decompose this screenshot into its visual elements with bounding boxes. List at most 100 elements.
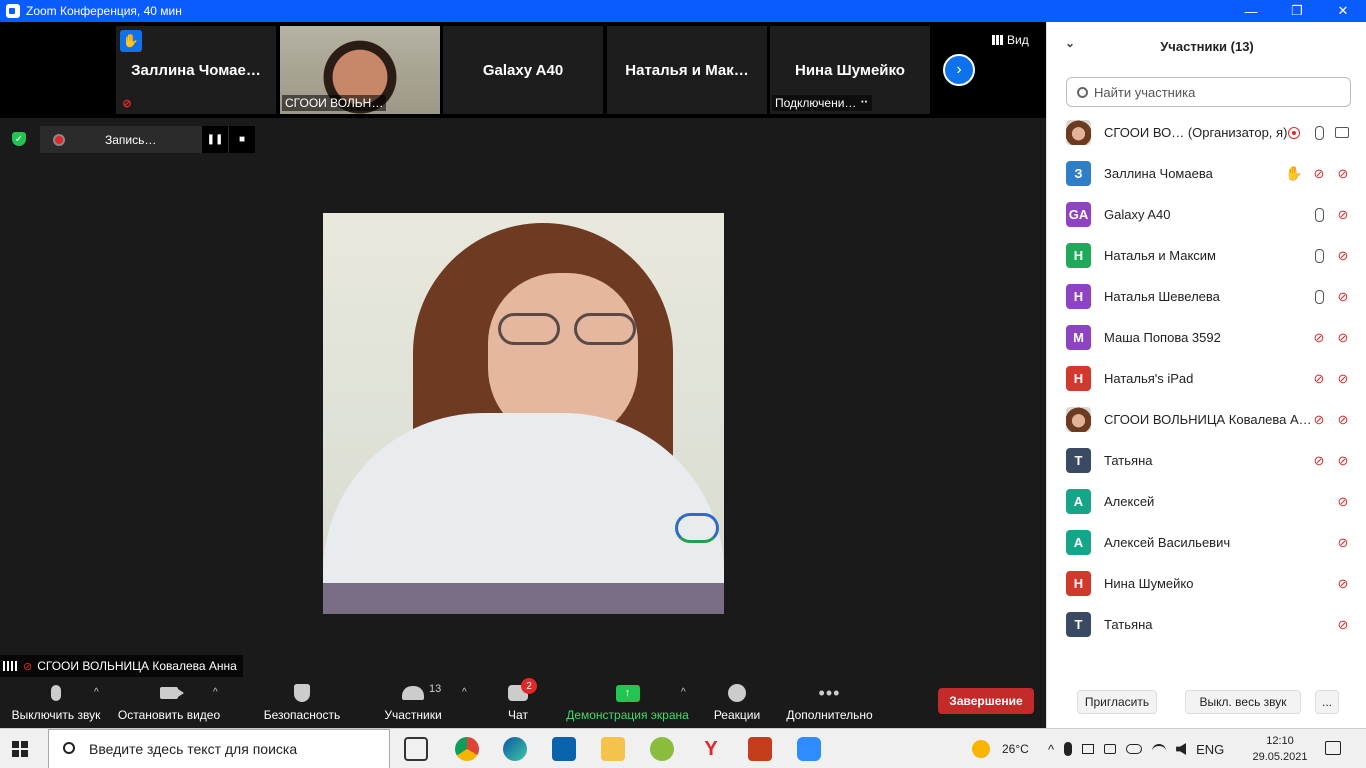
thumb-nina[interactable]: Нина Шумейко Подключени… ⠒ bbox=[770, 26, 930, 114]
stop-video-button[interactable]: Остановить видео bbox=[118, 677, 220, 728]
more-button[interactable]: ••• Дополнительно bbox=[785, 677, 874, 728]
paint-icon[interactable] bbox=[650, 737, 674, 761]
security-button[interactable]: Безопасность bbox=[263, 677, 341, 728]
speaker-name: СГООИ ВОЛЬНИЦА Ковалева Анна bbox=[37, 659, 237, 673]
yandex-icon[interactable]: Y bbox=[699, 737, 723, 761]
keyboard-language[interactable]: ENG bbox=[1196, 742, 1224, 757]
participant-row[interactable]: СГООИ ВО… (Организатор, я) bbox=[1047, 112, 1366, 153]
muted-mic-icon: ⊘ bbox=[1313, 452, 1325, 468]
thumb-zallina[interactable]: ✋ Заллина Чомае… ⊘ bbox=[116, 26, 276, 114]
participant-search[interactable] bbox=[1066, 77, 1351, 107]
chrome-icon[interactable] bbox=[455, 737, 479, 761]
active-speaker-label: ⊘ СГООИ ВОЛЬНИЦА Ковалева Анна bbox=[0, 655, 243, 677]
view-button[interactable]: Вид bbox=[992, 33, 1029, 47]
weather-tray[interactable]: 26°C bbox=[972, 729, 1029, 768]
video-camera-icon bbox=[157, 682, 184, 704]
panel-header: ⌄ Участники (13) bbox=[1047, 22, 1366, 70]
windows-taskbar: Введите здесь текст для поиска Y 26°C ^ … bbox=[0, 728, 1366, 768]
participant-row[interactable]: Н Наталья и Максим ⊘ bbox=[1047, 235, 1366, 276]
thumb-galaxy[interactable]: Galaxy A40 bbox=[443, 26, 603, 114]
share-screen-button[interactable]: ↑ Демонстрация экрана bbox=[566, 677, 689, 728]
panel-footer: Пригласить Выкл. весь звук ... bbox=[1047, 686, 1366, 718]
windows-start-icon[interactable] bbox=[12, 741, 28, 757]
thumbnail-strip: ✋ Заллина Чомае… ⊘ СГООИ ВОЛЬН… Galaxy A… bbox=[0, 22, 1046, 118]
participant-row[interactable]: Н Наталья Шевелева ⊘ bbox=[1047, 276, 1366, 317]
end-meeting-button[interactable]: Завершение bbox=[938, 688, 1034, 714]
microphone-icon bbox=[1311, 248, 1327, 264]
maximize-button[interactable]: ❐ bbox=[1274, 0, 1320, 22]
file-explorer-icon[interactable] bbox=[601, 737, 625, 761]
microphone-icon bbox=[1311, 289, 1327, 305]
panel-title: Участники (13) bbox=[1160, 38, 1254, 54]
share-options-caret[interactable]: ^ bbox=[681, 687, 686, 698]
mute-button[interactable]: Выключить звук bbox=[10, 677, 102, 728]
meeting-toolbar: Выключить звук ^ Остановить видео ^ Безо… bbox=[0, 677, 1046, 728]
participant-name: Заллина Чомаева bbox=[1104, 166, 1213, 181]
task-view-icon[interactable] bbox=[404, 737, 428, 761]
participant-row[interactable]: А Алексей ⊘ bbox=[1047, 481, 1366, 522]
mail-icon[interactable] bbox=[552, 737, 576, 761]
participant-row[interactable]: М Маша Попова 3592 ⊘ ⊘ bbox=[1047, 317, 1366, 358]
participants-panel: ⌄ Участники (13) СГООИ ВО… (Организатор,… bbox=[1046, 22, 1366, 728]
participant-avatar: А bbox=[1066, 489, 1091, 514]
participant-avatar: Н bbox=[1066, 284, 1091, 309]
pause-recording-button[interactable]: ❚❚ bbox=[202, 126, 228, 153]
participants-label: Участники bbox=[384, 708, 442, 722]
powerpoint-icon[interactable] bbox=[748, 737, 772, 761]
participant-row[interactable]: Н Наталья's iPad ⊘ ⊘ bbox=[1047, 358, 1366, 399]
edge-icon[interactable] bbox=[503, 737, 527, 761]
participant-row[interactable]: Т Татьяна ⊘ ⊘ bbox=[1047, 440, 1366, 481]
more-label: Дополнительно bbox=[786, 708, 873, 722]
close-button[interactable]: ✕ bbox=[1320, 0, 1366, 22]
share-screen-icon: ↑ bbox=[615, 682, 640, 704]
participant-row[interactable]: А Алексей Васильевич ⊘ bbox=[1047, 522, 1366, 563]
clock-date: 29.05.2021 bbox=[1252, 751, 1308, 763]
chat-unread-badge: 2 bbox=[521, 678, 537, 694]
taskbar-search[interactable]: Введите здесь текст для поиска bbox=[48, 729, 390, 768]
participant-row[interactable]: З Заллина Чомаева ✋ ⊘ ⊘ bbox=[1047, 153, 1366, 194]
next-page-button[interactable]: › bbox=[943, 54, 975, 86]
sun-icon bbox=[972, 740, 990, 758]
panel-more-button[interactable]: ... bbox=[1315, 690, 1339, 714]
recording-indicator-icon bbox=[1288, 126, 1300, 139]
encryption-shield-icon[interactable]: ✓ bbox=[12, 132, 26, 146]
thumb-name: Наталья и Мак… bbox=[625, 61, 749, 79]
taskbar-clock[interactable]: 12:10 29.05.2021 bbox=[1250, 733, 1310, 765]
participant-avatar: Н bbox=[1066, 571, 1091, 596]
participant-row[interactable]: Н Нина Шумейко ⊘ bbox=[1047, 563, 1366, 604]
participant-avatar: Н bbox=[1066, 243, 1091, 268]
thumb-natalya-maksim[interactable]: Наталья и Мак… bbox=[607, 26, 767, 114]
invite-button[interactable]: Пригласить bbox=[1077, 690, 1157, 714]
tray-chevron-icon[interactable]: ^ bbox=[1048, 742, 1054, 757]
notification-center-icon[interactable] bbox=[1325, 741, 1341, 755]
mute-all-button[interactable]: Выкл. весь звук bbox=[1185, 690, 1301, 714]
collapse-chevron-icon[interactable]: ⌄ bbox=[1065, 36, 1075, 50]
participant-row[interactable]: Т Татьяна ⊘ bbox=[1047, 604, 1366, 645]
participant-name: Алексей Васильевич bbox=[1104, 535, 1231, 550]
zoom-taskbar-icon[interactable] bbox=[797, 737, 821, 761]
video-options-caret[interactable]: ^ bbox=[213, 687, 218, 698]
stop-recording-button[interactable]: ■ bbox=[229, 126, 255, 153]
tray-camera-icon[interactable] bbox=[1104, 744, 1117, 754]
participant-search-input[interactable] bbox=[1094, 84, 1324, 100]
video-off-icon: ⊘ bbox=[1337, 534, 1349, 550]
thumb-host-video[interactable]: СГООИ ВОЛЬН… bbox=[280, 26, 440, 114]
participant-name: Татьяна bbox=[1104, 453, 1153, 468]
clock-time: 12:10 bbox=[1266, 735, 1294, 747]
minimize-button[interactable]: — bbox=[1228, 0, 1274, 22]
participant-avatar: Н bbox=[1066, 366, 1091, 391]
participant-row[interactable]: GA Galaxy A40 ⊘ bbox=[1047, 194, 1366, 235]
participant-name: Маша Попова 3592 bbox=[1104, 330, 1221, 345]
tray-cloud-icon[interactable] bbox=[1126, 744, 1143, 754]
video-off-icon: ⊘ bbox=[1337, 206, 1349, 222]
participants-options-caret[interactable]: ^ bbox=[462, 687, 467, 698]
tray-microphone-icon[interactable] bbox=[1064, 742, 1073, 756]
smiley-icon bbox=[725, 682, 749, 704]
zoom-logo-icon bbox=[6, 4, 20, 18]
reactions-button[interactable]: Реакции bbox=[713, 677, 761, 728]
tray-volume-icon[interactable] bbox=[1176, 743, 1187, 755]
audio-options-caret[interactable]: ^ bbox=[94, 687, 99, 698]
tray-battery-icon[interactable] bbox=[1082, 744, 1095, 754]
tray-wifi-icon[interactable] bbox=[1152, 744, 1167, 754]
participant-row[interactable]: СГООИ ВОЛЬНИЦА Ковалева А… ⊘ ⊘ bbox=[1047, 399, 1366, 440]
